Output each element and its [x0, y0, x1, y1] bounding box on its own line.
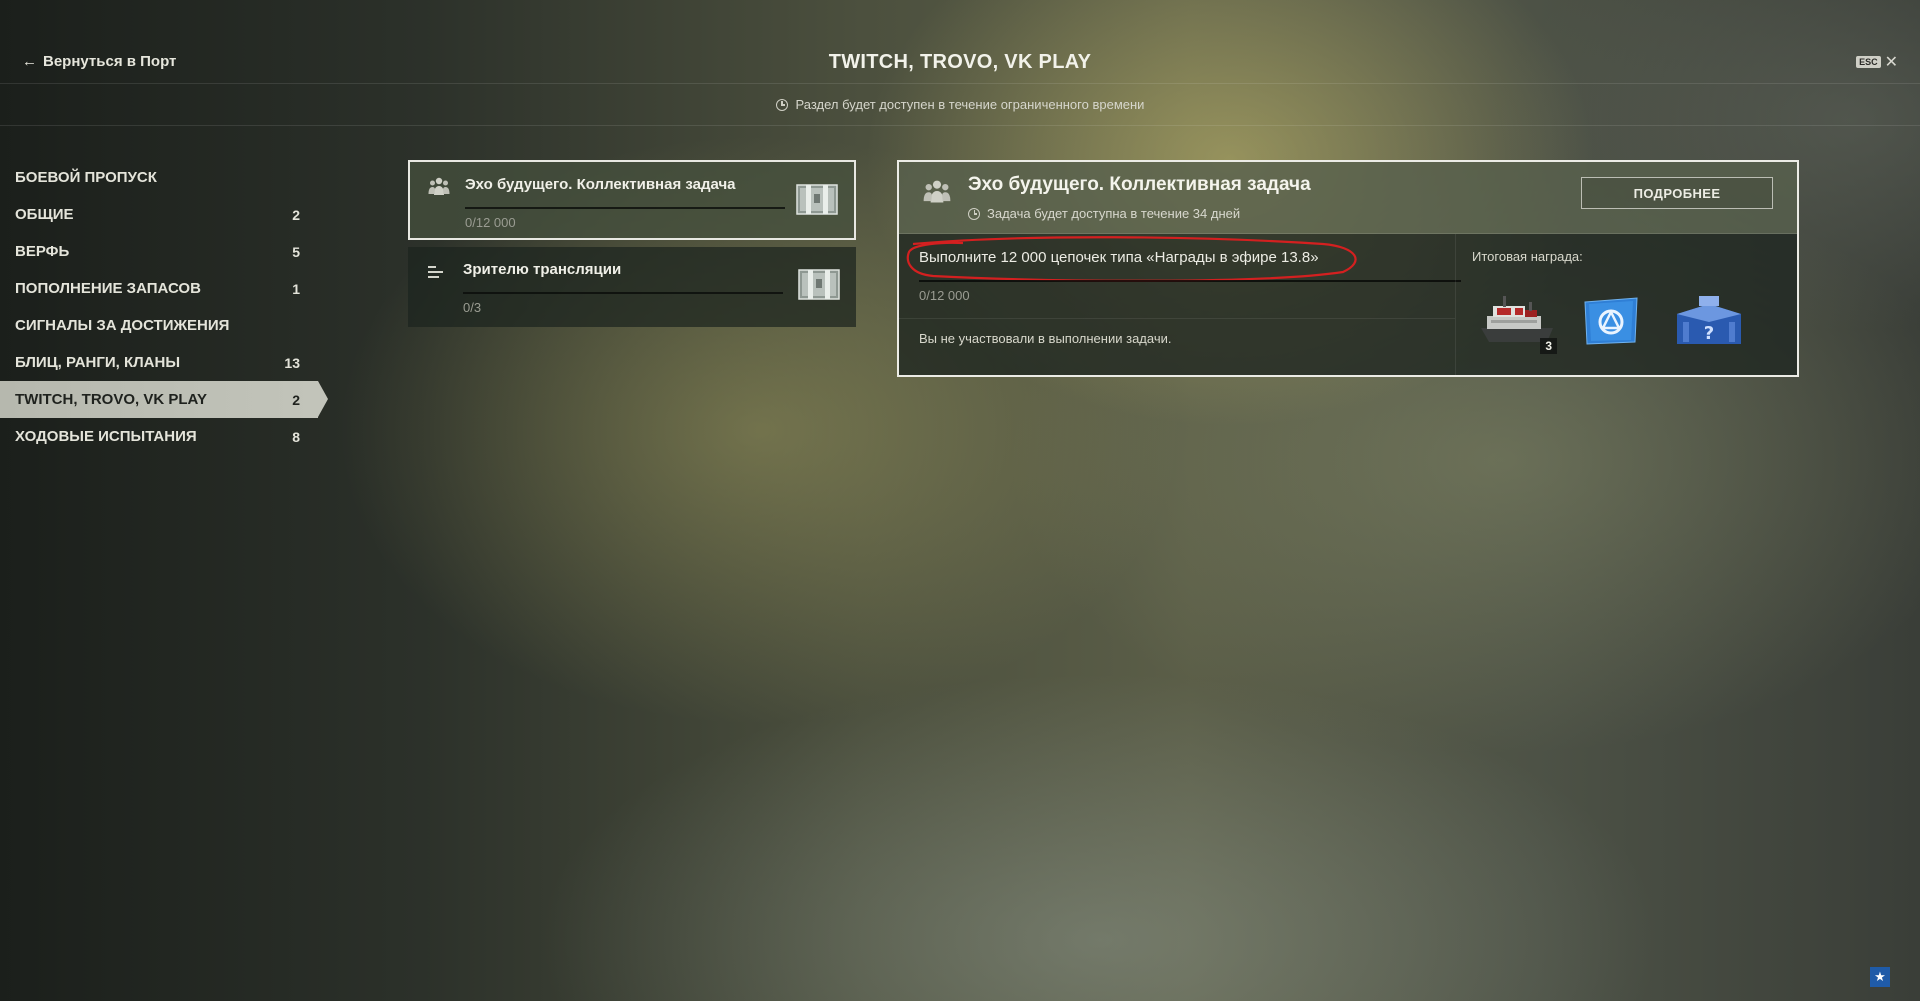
time-limit-notice: Раздел будет доступен в течение ограниче… [0, 84, 1920, 126]
task-progress-bar [463, 292, 783, 294]
close-button[interactable]: ESC ✕ [1856, 52, 1898, 72]
svg-text:?: ? [1704, 323, 1714, 344]
sidebar-item-battle-pass[interactable]: БОЕВОЙ ПРОПУСК [0, 159, 300, 196]
final-reward-label: Итоговая награда: [1472, 249, 1583, 264]
task-name: Эхо будущего. Коллективная задача [465, 176, 736, 193]
sidebar-item-count: 2 [292, 391, 300, 408]
task-detail-title: Эхо будущего. Коллективная задача [968, 174, 1311, 195]
star-icon[interactable]: ★ [1870, 967, 1890, 987]
sidebar-item-general[interactable]: ОБЩИЕ 2 [0, 196, 300, 233]
category-sidebar: БОЕВОЙ ПРОПУСК ОБЩИЕ 2 ВЕРФЬ 5 ПОПОЛНЕНИ… [0, 159, 328, 455]
objective-progress-text: 0/12 000 [919, 288, 970, 303]
reward-ship[interactable]: 3 [1477, 292, 1557, 354]
sidebar-item-label: ХОДОВЫЕ ИСПЫТАНИЯ [15, 428, 197, 445]
sidebar-item-shipyard[interactable]: ВЕРФЬ 5 [0, 233, 300, 270]
mystery-container-icon: ? [1669, 296, 1749, 354]
notice-text: Раздел будет доступен в течение ограниче… [795, 97, 1145, 112]
sidebar-item-label: БОЕВОЙ ПРОПУСК [15, 169, 157, 186]
sidebar-item-signals[interactable]: СИГНАЛЫ ЗА ДОСТИЖЕНИЯ [0, 307, 300, 344]
task-detail-body: Выполните 12 000 цепочек типа «Награды в… [899, 234, 1797, 375]
sidebar-item-count: 2 [292, 206, 300, 223]
list-icon [428, 265, 444, 283]
blue-flag-icon [1579, 297, 1643, 354]
page-title: TWITCH, TROVO, VK PLAY [828, 51, 1092, 73]
task-progress-bar [465, 207, 785, 209]
details-button[interactable]: ПОДРОБНЕЕ [1581, 177, 1773, 209]
clock-icon [968, 207, 980, 220]
task-detail-panel: Эхо будущего. Коллективная задача Задача… [897, 160, 1799, 377]
sidebar-item-label: ОБЩИЕ [15, 206, 74, 223]
participation-note: Вы не участвовали в выполнении задачи. [919, 331, 1172, 346]
task-detail-header: Эхо будущего. Коллективная задача Задача… [899, 162, 1797, 234]
task-name: Зрителю трансляции [463, 261, 622, 278]
task-progress-text: 0/12 000 [465, 215, 516, 230]
sidebar-item-count: 1 [292, 280, 300, 297]
top-bar: ← Вернуться в Порт TWITCH, TROVO, VK PLA… [0, 0, 1920, 84]
reward-flag[interactable] [1579, 292, 1659, 354]
reward-container[interactable]: ? [1669, 292, 1749, 354]
clock-icon [775, 98, 788, 111]
divider [1455, 234, 1456, 375]
sidebar-item-resupply[interactable]: ПОПОЛНЕНИЕ ЗАПАСОВ 1 [0, 270, 300, 307]
task-card-echo-of-future[interactable]: Эхо будущего. Коллективная задача 0/12 0… [408, 160, 856, 240]
group-icon [923, 178, 951, 209]
esc-key-badge: ESC [1856, 56, 1881, 68]
sidebar-item-count: 5 [292, 243, 300, 260]
sidebar-item-blitz-ranks-clans[interactable]: БЛИЦ, РАНГИ, КЛАНЫ 13 [0, 344, 300, 381]
task-card-stream-viewer[interactable]: Зрителю трансляции 0/3 [408, 247, 856, 327]
divider [899, 318, 1455, 319]
sidebar-item-twitch-trovo-vkplay[interactable]: TWITCH, TROVO, VK PLAY 2 [0, 381, 328, 418]
sidebar-item-label: ВЕРФЬ [15, 243, 70, 260]
sidebar-item-label: БЛИЦ, РАНГИ, КЛАНЫ [15, 354, 181, 371]
reward-chest-icon [798, 267, 840, 301]
task-progress-text: 0/3 [463, 300, 482, 315]
task-duration: Задача будет доступна в течение 34 дней [968, 206, 1240, 221]
task-objective: Выполните 12 000 цепочек типа «Награды в… [919, 249, 1319, 266]
sidebar-item-count: 8 [292, 428, 300, 445]
objective-progress-bar [919, 280, 1461, 282]
reward-chest-icon [796, 182, 838, 216]
close-icon: ✕ [1884, 54, 1898, 71]
sidebar-item-count: 13 [284, 354, 300, 371]
sidebar-item-label: ПОПОЛНЕНИЕ ЗАПАСОВ [15, 280, 201, 297]
group-icon [428, 176, 450, 201]
sidebar-item-label: TWITCH, TROVO, VK PLAY [15, 391, 207, 408]
task-duration-text: Задача будет доступна в течение 34 дней [987, 206, 1241, 221]
sidebar-item-label: СИГНАЛЫ ЗА ДОСТИЖЕНИЯ [15, 317, 230, 334]
sidebar-item-sea-trials[interactable]: ХОДОВЫЕ ИСПЫТАНИЯ 8 [0, 418, 300, 455]
reward-quantity: 3 [1540, 338, 1557, 354]
